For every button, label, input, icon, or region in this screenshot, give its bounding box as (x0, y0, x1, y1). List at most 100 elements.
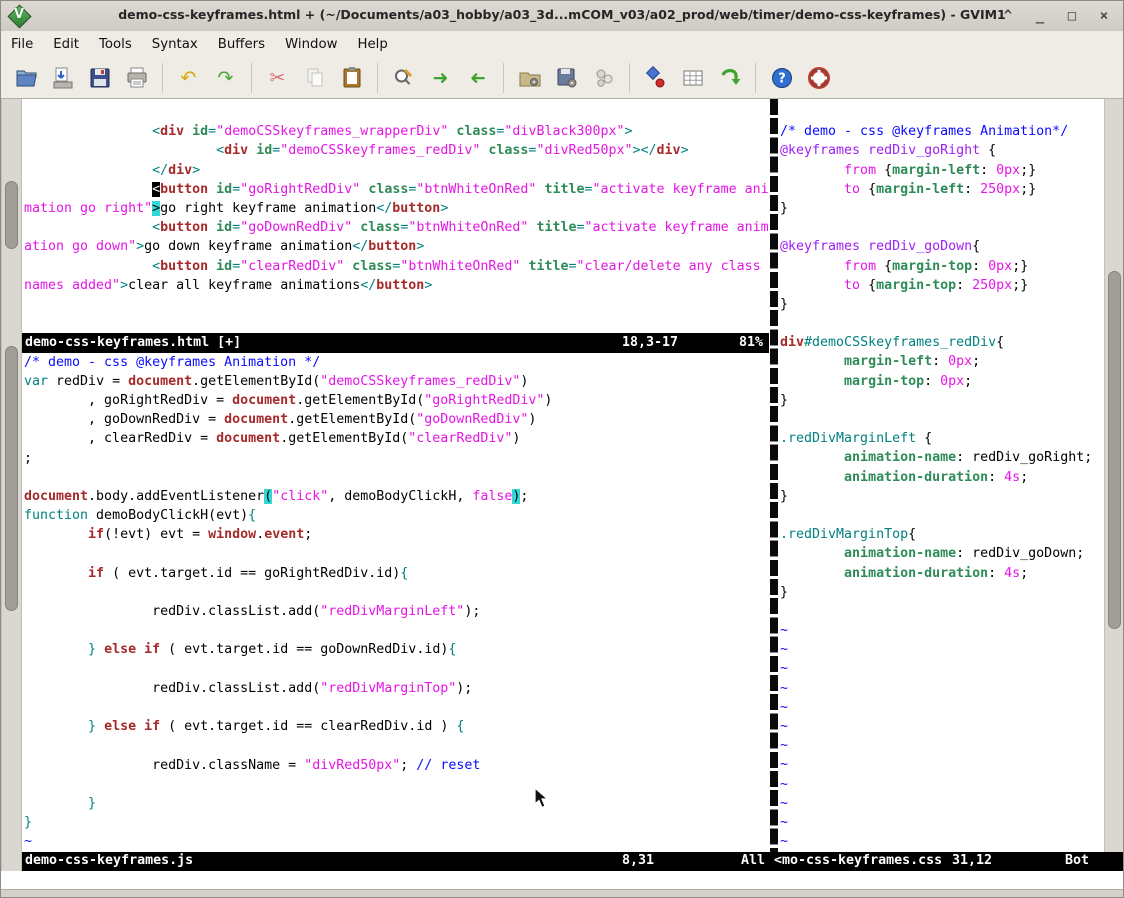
menu-item-syntax[interactable]: Syntax (142, 33, 208, 56)
find-replace-icon[interactable] (390, 64, 418, 92)
code-line: ~ (24, 832, 769, 851)
code-line: ~ (780, 813, 1104, 832)
code-line: } (24, 794, 769, 813)
code-line (780, 314, 1104, 333)
code-line: ~ (780, 717, 1104, 736)
code-line (24, 583, 769, 602)
code-line: } else if ( evt.target.id == goDownRedDi… (24, 640, 769, 659)
code-line: ~ (780, 736, 1104, 755)
find-prev-icon[interactable]: ➜ (464, 64, 492, 92)
menu-item-file[interactable]: File (1, 33, 43, 56)
save-icon[interactable] (49, 64, 77, 92)
code-line: .redDivMarginLeft { (780, 429, 1104, 448)
editor-window-js[interactable]: /* demo - css @keyframes Animation */var… (24, 353, 769, 852)
code-line: @keyframes redDiv_goRight { (780, 141, 1104, 160)
code-line: <button id="goRightRedDiv" class="btnWhi… (24, 180, 769, 199)
open-icon[interactable] (12, 64, 40, 92)
code-line: margin-left: 0px; (780, 352, 1104, 371)
cut-icon[interactable]: ✂ (264, 64, 292, 92)
maximize-button[interactable]: □ (1063, 8, 1081, 24)
code-line: ation go down">go down keyframe animatio… (24, 237, 769, 256)
paste-icon[interactable] (338, 64, 366, 92)
code-line (24, 468, 769, 487)
mouse-pointer (534, 787, 550, 809)
minimize-button[interactable]: _ (1031, 8, 1049, 24)
save-session-icon[interactable] (553, 64, 581, 92)
statusline-html[interactable]: demo-css-keyframes.html [+] 18,3-17 81% (22, 333, 769, 352)
code-line (24, 544, 769, 563)
build-tags-icon[interactable] (679, 64, 707, 92)
svg-text:?: ? (778, 72, 786, 87)
code-line: /* demo - css @keyframes Animation */ (24, 353, 769, 372)
undo-icon[interactable]: ↶ (175, 64, 203, 92)
code-line: ~ (780, 640, 1104, 659)
code-line: , goRightRedDiv = document.getElementByI… (24, 391, 769, 410)
shade-button[interactable]: ^ (999, 8, 1017, 24)
menu-item-window[interactable]: Window (275, 33, 347, 56)
code-line: ~ (780, 679, 1104, 698)
code-line (24, 103, 769, 122)
right-scrollbar-thumb[interactable] (1108, 271, 1121, 629)
menu-item-help[interactable]: Help (347, 33, 397, 56)
code-line (24, 295, 769, 314)
statusline-html-file: demo-css-keyframes.html [+] (25, 335, 241, 350)
find-help-icon[interactable] (805, 64, 833, 92)
right-scrollbar-trough[interactable] (1104, 99, 1124, 852)
left-scrollbar-trough[interactable] (1, 99, 22, 871)
help-icon[interactable]: ? (768, 64, 796, 92)
copy-icon[interactable] (301, 64, 329, 92)
close-button[interactable]: × (1095, 8, 1113, 24)
toolbar-separator (377, 63, 378, 93)
code-line: document.body.addEventListener("click", … (24, 487, 769, 506)
toolbar-separator (629, 63, 630, 93)
load-session-icon[interactable] (516, 64, 544, 92)
code-line: @keyframes redDiv_goDown{ (780, 237, 1104, 256)
code-line: <button id="clearRedDiv" class="btnWhite… (24, 257, 769, 276)
code-line: ~ (780, 621, 1104, 640)
statusline-js-position: 8,31 (622, 853, 654, 868)
code-line: if ( evt.target.id == goRightRedDiv.id){ (24, 564, 769, 583)
code-line: </div> (24, 161, 769, 180)
code-line: <button id="goDownRedDiv" class="btnWhit… (24, 218, 769, 237)
code-line (780, 218, 1104, 237)
code-line: redDiv.classList.add("redDivMarginTop"); (24, 679, 769, 698)
editor-window-css[interactable]: /* demo - css @keyframes Animation*/@key… (780, 103, 1104, 852)
editor-window-html[interactable]: <div id="demoCSSkeyframes_wrapperDiv" cl… (24, 103, 769, 333)
statusline-css-position: 31,12 (952, 853, 992, 868)
save-all-icon[interactable] (86, 64, 114, 92)
code-line: from {margin-top: 0px;} (780, 257, 1104, 276)
menu-item-tools[interactable]: Tools (89, 33, 142, 56)
code-line: animation-name: redDiv_goRight; (780, 448, 1104, 467)
editor-area: <div id="demoCSSkeyframes_wrapperDiv" cl… (1, 99, 1124, 898)
menubar: FileEditToolsSyntaxBuffersWindowHelp (1, 31, 1123, 59)
code-line: <div id="demoCSSkeyframes_redDiv" class=… (24, 141, 769, 160)
code-line: ~ (780, 832, 1104, 851)
redo-icon[interactable]: ↷ (212, 64, 240, 92)
titlebar[interactable]: V demo-css-keyframes.html + (~/Documents… (1, 1, 1123, 32)
code-line: <div id="demoCSSkeyframes_wrapperDiv" cl… (24, 122, 769, 141)
print-icon[interactable] (123, 64, 151, 92)
statusline-html-position: 18,3-17 (622, 335, 678, 350)
menu-item-buffers[interactable]: Buffers (208, 33, 275, 56)
make-icon[interactable] (642, 64, 670, 92)
code-line (24, 621, 769, 640)
jump-to-tag-icon[interactable] (716, 64, 744, 92)
left-scrollbar-thumb-top[interactable] (5, 181, 18, 249)
code-line: } (780, 295, 1104, 314)
statusline-bottom[interactable]: demo-css-keyframes.js 8,31 All <mo-css-k… (22, 852, 1124, 872)
find-next-icon[interactable]: ➜ (427, 64, 455, 92)
window-resize-edge[interactable] (1, 889, 1124, 898)
vertical-split-separator[interactable] (769, 99, 780, 852)
command-line[interactable] (1, 871, 1124, 889)
code-line: mation go right">go right keyframe anima… (24, 199, 769, 218)
code-line: /* demo - css @keyframes Animation*/ (780, 122, 1104, 141)
code-line: , goDownRedDiv = document.getElementById… (24, 410, 769, 429)
code-line: } (780, 487, 1104, 506)
menu-item-edit[interactable]: Edit (43, 33, 89, 56)
code-line: animation-duration: 4s; (780, 564, 1104, 583)
code-line (24, 775, 769, 794)
left-scrollbar-thumb-bottom[interactable] (5, 346, 18, 611)
code-line: } else if ( evt.target.id == clearRedDiv… (24, 717, 769, 736)
statusline-html-scroll: 81% (739, 335, 763, 350)
run-script-icon[interactable] (590, 64, 618, 92)
